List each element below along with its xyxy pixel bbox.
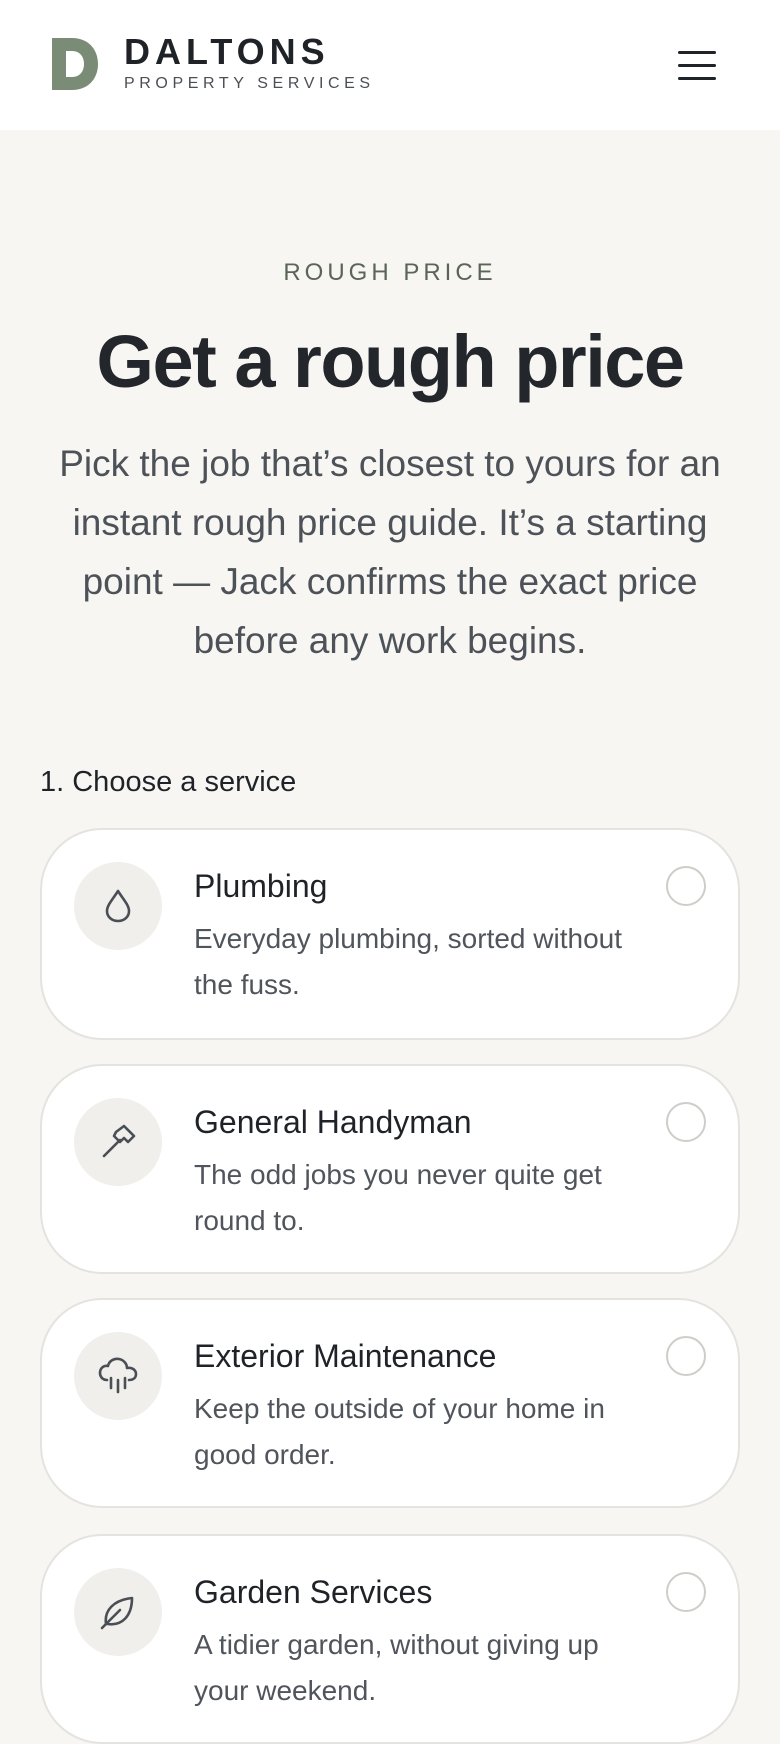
- menu-button[interactable]: [668, 40, 726, 90]
- logo-d-icon[interactable]: [52, 38, 98, 90]
- service-description: Everyday plumbing, sorted without the fu…: [194, 923, 622, 1000]
- leaf-icon: [100, 1596, 134, 1630]
- hamburger-menu-icon: [678, 50, 716, 54]
- hammer-icon: [102, 1124, 136, 1158]
- service-icon-badge: [74, 1568, 162, 1656]
- service-card-plumbing[interactable]: Plumbing Everyday plumbing, sorted witho…: [40, 828, 740, 1040]
- service-description: Keep the outside of your home in good or…: [194, 1393, 605, 1470]
- step-label: 1. Choose a service: [40, 766, 297, 798]
- site-header: DALTONS PROPERTY SERVICES: [0, 0, 780, 130]
- service-radio[interactable]: [666, 1102, 706, 1142]
- rain-cloud-icon: [98, 1357, 138, 1394]
- service-icon-badge: [74, 1332, 162, 1420]
- service-title: Plumbing: [194, 868, 328, 904]
- brand-name[interactable]: DALTONS: [124, 30, 330, 74]
- service-description: The odd jobs you never quite get round t…: [194, 1159, 602, 1236]
- eyebrow-label: ROUGH PRICE: [283, 259, 497, 286]
- service-radio[interactable]: [666, 866, 706, 906]
- service-icon-badge: [74, 1098, 162, 1186]
- service-card-garden-services[interactable]: Garden Services A tidier garden, without…: [40, 1534, 740, 1744]
- brand-tagline: PROPERTY SERVICES: [124, 75, 375, 92]
- service-card-general-handyman[interactable]: General Handyman The odd jobs you never …: [40, 1064, 740, 1274]
- service-card-exterior-maintenance[interactable]: Exterior Maintenance Keep the outside of…: [40, 1298, 740, 1508]
- water-drop-icon: [105, 889, 131, 923]
- service-title: Garden Services: [194, 1574, 433, 1610]
- intro-text: Pick the job that’s closest to yours for…: [59, 443, 721, 661]
- service-title: Exterior Maintenance: [194, 1338, 497, 1374]
- service-description: A tidier garden, without giving up your …: [194, 1629, 599, 1706]
- page-title: Get a rough price: [96, 320, 685, 403]
- service-icon-badge: [74, 862, 162, 950]
- service-radio[interactable]: [666, 1336, 706, 1376]
- service-title: General Handyman: [194, 1104, 472, 1140]
- service-radio[interactable]: [666, 1572, 706, 1612]
